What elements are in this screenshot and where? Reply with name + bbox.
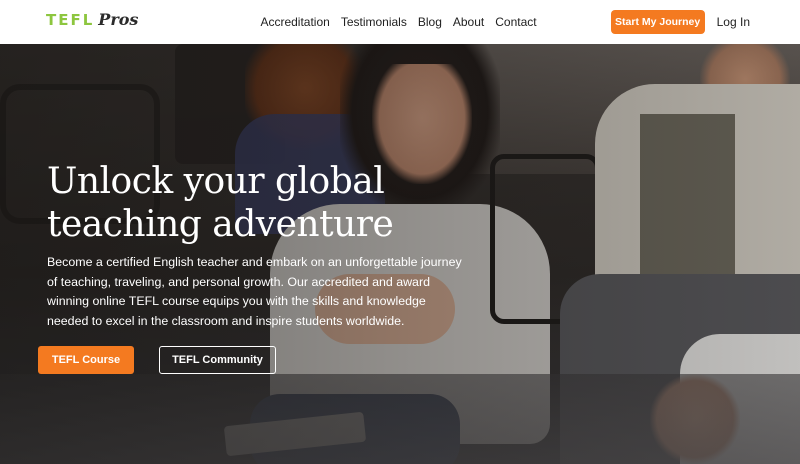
hero-title-line-1: Unlock your global	[47, 161, 385, 202]
main-nav: Accreditation Testimonials Blog About Co…	[260, 14, 547, 30]
nav-blog[interactable]: Blog	[418, 14, 442, 30]
logo-wordmark: TEFL	[46, 11, 95, 29]
nav-accreditation[interactable]: Accreditation	[260, 14, 329, 30]
nav-contact[interactable]: Contact	[495, 14, 536, 30]
hero-section: Unlock your global teaching adventure Be…	[0, 44, 800, 464]
login-link[interactable]: Log In	[717, 15, 750, 29]
hero-title: Unlock your global teaching adventure	[47, 160, 467, 246]
logo[interactable]: TEFL Pros	[46, 10, 138, 34]
logo-script: Pros	[98, 10, 139, 29]
site-header: TEFL Pros Accreditation Testimonials Blo…	[0, 0, 800, 44]
tefl-course-button[interactable]: TEFL Course	[38, 346, 134, 374]
start-my-journey-button[interactable]: Start My Journey	[610, 10, 705, 34]
nav-about[interactable]: About	[453, 14, 484, 30]
nav-testimonials[interactable]: Testimonials	[341, 14, 407, 30]
hero-description: Become a certified English teacher and e…	[47, 255, 462, 328]
hero-title-line-2: teaching adventure	[47, 204, 394, 245]
tefl-community-button[interactable]: TEFL Community	[159, 346, 276, 374]
